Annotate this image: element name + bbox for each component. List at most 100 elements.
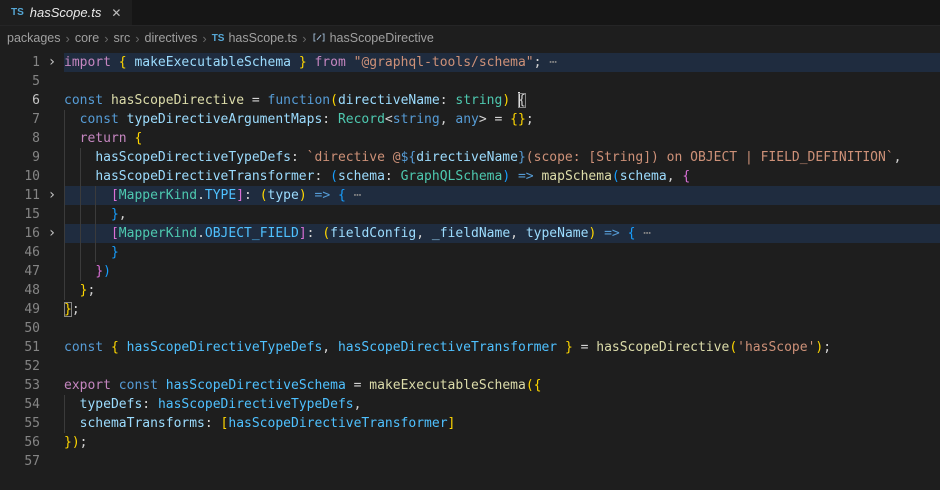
code-line[interactable]: 50 bbox=[0, 319, 940, 338]
code-token bbox=[510, 93, 518, 108]
code-content[interactable]: hasScopeDirectiveTransformer: (schema: G… bbox=[64, 167, 940, 186]
code-content[interactable]: } bbox=[64, 243, 940, 262]
code-token: ⋯ bbox=[346, 188, 362, 203]
code-token bbox=[510, 169, 518, 184]
code-editor[interactable]: 1›import { makeExecutableSchema } from "… bbox=[0, 50, 940, 471]
code-line[interactable]: 15 }, bbox=[0, 205, 940, 224]
code-token: export bbox=[64, 378, 111, 393]
code-token: {} bbox=[510, 112, 526, 127]
code-content[interactable]: }, bbox=[64, 205, 940, 224]
code-token: = bbox=[573, 340, 596, 355]
code-token: : bbox=[205, 416, 221, 431]
line-number: 54 bbox=[0, 395, 40, 414]
code-token: ) bbox=[502, 169, 510, 184]
code-content[interactable]: }); bbox=[64, 433, 940, 452]
breadcrumb-separator-icon: › bbox=[197, 31, 211, 46]
code-token bbox=[64, 226, 111, 241]
code-line[interactable]: 54 typeDefs: hasScopeDirectiveTypeDefs, bbox=[0, 395, 940, 414]
code-content[interactable]: schemaTransforms: [hasScopeDirectiveTran… bbox=[64, 414, 940, 433]
tab-hasscope[interactable]: TS hasScope.ts ✕ bbox=[0, 0, 132, 25]
line-number: 8 bbox=[0, 129, 40, 148]
code-content[interactable]: const typeDirectiveArgumentMaps: Record<… bbox=[64, 110, 940, 129]
code-token bbox=[111, 55, 119, 70]
fold-gutter bbox=[40, 357, 64, 376]
code-line[interactable]: 56}); bbox=[0, 433, 940, 452]
line-number: 47 bbox=[0, 262, 40, 281]
code-content[interactable] bbox=[64, 72, 940, 91]
code-token: typeDirectiveArgumentMaps bbox=[127, 112, 323, 127]
code-line[interactable]: 57 bbox=[0, 452, 940, 471]
line-number: 51 bbox=[0, 338, 40, 357]
breadcrumb-item-directives[interactable]: directives bbox=[145, 31, 198, 45]
line-number: 5 bbox=[0, 72, 40, 91]
code-content[interactable]: typeDefs: hasScopeDirectiveTypeDefs, bbox=[64, 395, 940, 414]
breadcrumb-label: hasScope.ts bbox=[228, 31, 297, 45]
code-token: ) bbox=[72, 435, 80, 450]
line-number: 10 bbox=[0, 167, 40, 186]
code-content[interactable]: [MapperKind.TYPE]: (type) => { ⋯ bbox=[64, 186, 940, 205]
code-line[interactable]: 48 }; bbox=[0, 281, 940, 300]
code-line[interactable]: 1›import { makeExecutableSchema } from "… bbox=[0, 53, 940, 72]
typescript-file-icon: TS bbox=[212, 33, 225, 44]
code-content[interactable]: const hasScopeDirective = function(direc… bbox=[64, 91, 940, 110]
code-content[interactable] bbox=[64, 357, 940, 376]
fold-gutter bbox=[40, 414, 64, 433]
code-token bbox=[64, 169, 95, 184]
code-line[interactable]: 6const hasScopeDirective = function(dire… bbox=[0, 91, 940, 110]
fold-gutter bbox=[40, 167, 64, 186]
breadcrumb-item-hasscope-ts[interactable]: TShasScope.ts bbox=[212, 31, 298, 45]
code-content[interactable]: import { makeExecutableSchema } from "@g… bbox=[64, 53, 940, 72]
fold-chevron-icon[interactable]: › bbox=[40, 224, 64, 243]
code-token bbox=[64, 188, 111, 203]
code-line[interactable]: 8 return { bbox=[0, 129, 940, 148]
code-line[interactable]: 49}; bbox=[0, 300, 940, 319]
code-token: typeName bbox=[526, 226, 589, 241]
code-content[interactable]: [MapperKind.OBJECT_FIELD]: (fieldConfig,… bbox=[64, 224, 940, 243]
breadcrumb-label: hasScopeDirective bbox=[330, 31, 434, 45]
code-line[interactable]: 47 }) bbox=[0, 262, 940, 281]
code-token: type bbox=[268, 188, 299, 203]
code-line[interactable]: 51 const { hasScopeDirectiveTypeDefs, has… bbox=[0, 338, 940, 357]
fold-gutter bbox=[40, 433, 64, 452]
code-line[interactable]: 11› [MapperKind.TYPE]: (type) => { ⋯ bbox=[0, 186, 940, 205]
code-content[interactable]: return { bbox=[64, 129, 940, 148]
breadcrumb-item-packages[interactable]: packages bbox=[7, 31, 61, 45]
code-line[interactable]: 55 schemaTransforms: [hasScopeDirectiveT… bbox=[0, 414, 940, 433]
code-content[interactable]: hasScopeDirectiveTypeDefs: `directive @$… bbox=[64, 148, 940, 167]
code-token: ; bbox=[526, 112, 534, 127]
code-token bbox=[64, 150, 95, 165]
code-token: typeDefs bbox=[80, 397, 143, 412]
fold-gutter bbox=[40, 148, 64, 167]
code-line[interactable]: 10 hasScopeDirectiveTransformer: (schema… bbox=[0, 167, 940, 186]
code-content[interactable]: }) bbox=[64, 262, 940, 281]
code-line[interactable]: 46 } bbox=[0, 243, 940, 262]
breadcrumb-item-core[interactable]: core bbox=[75, 31, 99, 45]
code-token bbox=[346, 55, 354, 70]
code-content[interactable]: export const hasScopeDirectiveSchema = m… bbox=[64, 376, 940, 395]
code-content[interactable] bbox=[64, 319, 940, 338]
fold-chevron-icon[interactable]: › bbox=[40, 53, 64, 72]
code-content[interactable]: }; bbox=[64, 300, 940, 319]
line-number: 11 bbox=[0, 186, 40, 205]
code-content[interactable] bbox=[64, 452, 940, 471]
fold-chevron-icon[interactable]: › bbox=[40, 186, 64, 205]
close-tab-icon[interactable]: ✕ bbox=[111, 6, 121, 20]
code-line[interactable]: 5 bbox=[0, 72, 940, 91]
breadcrumb-item-src[interactable]: src bbox=[114, 31, 131, 45]
code-token: { bbox=[134, 131, 142, 146]
code-token: [ bbox=[111, 188, 119, 203]
code-token: , bbox=[322, 340, 338, 355]
breadcrumb-label: src bbox=[114, 31, 131, 45]
code-token: const bbox=[64, 340, 103, 355]
code-token: : bbox=[322, 112, 338, 127]
code-content[interactable]: }; bbox=[64, 281, 940, 300]
code-token bbox=[307, 188, 315, 203]
code-line[interactable]: 9 hasScopeDirectiveTypeDefs: `directive … bbox=[0, 148, 940, 167]
breadcrumb-item-hasscopedirective[interactable]: hasScopeDirective bbox=[312, 31, 434, 45]
code-content[interactable]: const { hasScopeDirectiveTypeDefs, hasSc… bbox=[64, 338, 940, 357]
code-line[interactable]: 16› [MapperKind.OBJECT_FIELD]: (fieldCon… bbox=[0, 224, 940, 243]
code-line[interactable]: 7 const typeDirectiveArgumentMaps: Recor… bbox=[0, 110, 940, 129]
code-line[interactable]: 53export const hasScopeDirectiveSchema =… bbox=[0, 376, 940, 395]
code-token: hasScopeDirectiveTypeDefs bbox=[127, 340, 323, 355]
code-line[interactable]: 52 bbox=[0, 357, 940, 376]
